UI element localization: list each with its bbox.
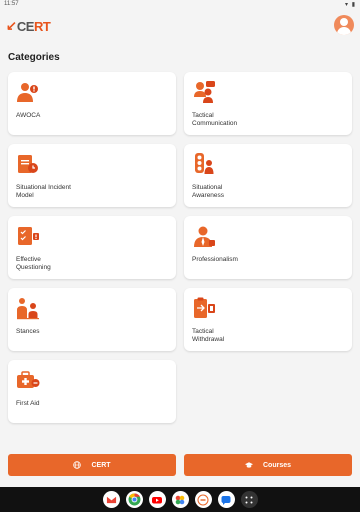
category-label: First Aid — [16, 400, 40, 407]
category-card-awoca[interactable]: AWOCA — [8, 72, 176, 135]
category-label: Stances — [16, 328, 40, 335]
category-label: Situational Awareness — [192, 184, 225, 199]
youtube-app-icon[interactable] — [148, 491, 166, 508]
category-card-first-aid[interactable]: First Aid — [8, 360, 176, 423]
category-card-stances[interactable]: Stances — [8, 288, 176, 351]
category-card-tactical-withdrawal[interactable]: Tactical Withdrawal — [184, 288, 352, 351]
category-card-professionalism[interactable]: Professionalism — [184, 216, 352, 279]
logo-text-suffix: RT — [33, 18, 51, 34]
person-alert-icon — [17, 83, 38, 102]
courses-button-label: Courses — [262, 461, 291, 469]
system-taskbar — [0, 487, 360, 512]
category-label: Professionalism — [192, 256, 238, 263]
category-label: Tactical Withdrawal — [192, 328, 225, 343]
category-label: Tactical Communication — [192, 112, 238, 127]
photos-app-icon[interactable] — [171, 491, 189, 508]
category-card-tactical-communication[interactable]: Tactical Communication — [184, 72, 352, 135]
category-card-situational-incident-model[interactable]: Situational Incident Model — [8, 144, 176, 207]
categories-title: Categories — [8, 52, 60, 63]
cert-app-icon[interactable] — [194, 491, 212, 508]
traffic-light-person-icon — [195, 153, 214, 174]
courses-button[interactable]: Courses — [184, 454, 352, 476]
chrome-app-icon[interactable] — [125, 491, 143, 508]
status-time: 11:57 — [4, 1, 19, 7]
profile-avatar-icon[interactable] — [334, 15, 354, 35]
clipboard-exit-icon — [194, 297, 215, 318]
category-card-effective-questioning[interactable]: Effective Questioning — [8, 216, 176, 279]
globe-icon — [73, 461, 82, 469]
first-aid-kit-icon — [17, 371, 40, 388]
graduation-cap-icon — [244, 462, 253, 468]
status-bar: 11:57 ▾ ▮ — [0, 0, 360, 9]
messages-app-icon[interactable] — [217, 491, 235, 508]
gmail-app-icon[interactable] — [102, 491, 120, 508]
category-label: Situational Incident Model — [16, 184, 71, 199]
people-talking-icon — [194, 81, 215, 103]
document-clock-icon — [18, 155, 38, 173]
cert-button[interactable]: CERT — [8, 454, 176, 476]
professional-person-icon — [194, 226, 215, 247]
app-header: ↙ CE RT — [0, 9, 360, 41]
status-indicators: ▾ ▮ — [345, 2, 356, 8]
cert-logo[interactable]: ↙ CE RT — [6, 16, 51, 36]
logo-arrow-mark: ↙ — [6, 18, 17, 33]
stance-figure-icon — [17, 298, 39, 320]
category-card-situational-awareness[interactable]: Situational Awareness — [184, 144, 352, 207]
checklist-question-icon — [18, 227, 39, 245]
logo-text-prefix: CE — [16, 18, 35, 34]
category-label: AWOCA — [16, 112, 41, 119]
app-drawer-icon[interactable] — [240, 491, 258, 508]
cert-button-label: CERT — [91, 461, 111, 469]
category-label: Effective Questioning — [16, 256, 51, 271]
